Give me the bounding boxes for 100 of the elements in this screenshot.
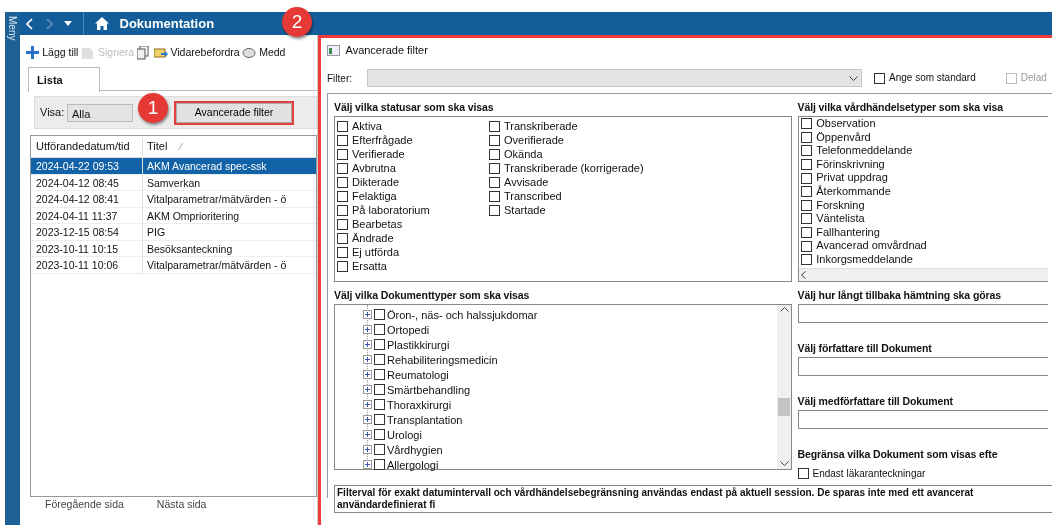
- checkbox[interactable]: [337, 120, 348, 132]
- checkbox[interactable]: [337, 232, 348, 244]
- checkbox[interactable]: [489, 120, 500, 132]
- table-row[interactable]: 2023-10-11 10:15 Besöksanteckning: [31, 240, 316, 257]
- home-icon[interactable]: [94, 17, 109, 30]
- checkbox[interactable]: [797, 468, 809, 479]
- checkbox[interactable]: [489, 204, 500, 216]
- expand-icon[interactable]: [363, 370, 372, 380]
- toolbar-button[interactable]: Lägg till: [25, 45, 79, 61]
- checkbox-label: Ange som standard: [889, 71, 976, 85]
- checkbox[interactable]: [374, 414, 385, 426]
- chevron-up-icon[interactable]: [779, 307, 789, 313]
- column-header[interactable]: Titel: [147, 138, 168, 155]
- checkbox-label: Transkriberade (korrigerade): [504, 161, 644, 175]
- tab[interactable]: Lista: [28, 67, 100, 92]
- input-field[interactable]: [797, 303, 1048, 323]
- checkbox[interactable]: [374, 354, 385, 366]
- checkbox[interactable]: [489, 190, 500, 202]
- checkbox[interactable]: [801, 240, 813, 252]
- pager-link[interactable]: Föregående sida: [45, 497, 124, 512]
- tree-item[interactable]: Rehabiliteringsmedicin: [387, 351, 498, 368]
- checkbox[interactable]: [337, 176, 348, 188]
- table-row[interactable]: 2024-04-12 08:41 Vitalparametrar/mätvärden - ö: [31, 191, 316, 208]
- tree-item[interactable]: Ortopedi: [387, 321, 430, 338]
- table-row[interactable]: 2023-12-15 08:54 PIG: [31, 224, 316, 241]
- checkbox[interactable]: [801, 131, 813, 143]
- chevron-down-icon[interactable]: [779, 460, 789, 466]
- input-field[interactable]: [797, 356, 1048, 376]
- checkbox[interactable]: [337, 148, 348, 160]
- checkbox[interactable]: [374, 309, 385, 321]
- checkbox[interactable]: [801, 172, 813, 184]
- checkbox[interactable]: [337, 134, 348, 146]
- input-field[interactable]: [797, 409, 1048, 429]
- checkbox[interactable]: [337, 162, 348, 174]
- checkbox[interactable]: [337, 204, 348, 216]
- checkbox[interactable]: [489, 148, 500, 160]
- pager-link[interactable]: Nästa sida: [156, 497, 207, 512]
- checkbox-label: Dikterade: [352, 175, 400, 189]
- checkbox[interactable]: [374, 459, 385, 471]
- filter-label: Visa:: [40, 105, 65, 121]
- checkbox[interactable]: [489, 176, 500, 188]
- advanced-filter-button[interactable]: Avancerade filter: [175, 102, 293, 123]
- tree-item[interactable]: Urologi: [387, 426, 422, 443]
- checkbox[interactable]: [801, 118, 813, 130]
- checkbox[interactable]: [801, 186, 813, 198]
- expand-icon[interactable]: [363, 400, 372, 410]
- column-header[interactable]: Utförandedatum/tid: [31, 138, 143, 155]
- tree-item[interactable]: Thoraxkirurgi: [387, 396, 452, 413]
- checkbox[interactable]: [801, 145, 813, 157]
- expand-icon[interactable]: [363, 355, 372, 365]
- table-row[interactable]: 2024-04-22 09:53 AKM Avancerad spec-ssk: [31, 158, 316, 175]
- expand-icon[interactable]: [363, 415, 372, 425]
- checkbox[interactable]: [374, 324, 385, 336]
- checkbox[interactable]: [374, 369, 385, 381]
- tree-item[interactable]: Reumatologi: [387, 366, 449, 383]
- side-menu-tab[interactable]: Meny: [5, 12, 20, 525]
- checkbox[interactable]: [801, 254, 813, 266]
- view-combo[interactable]: Alla: [67, 103, 133, 122]
- checkbox[interactable]: [801, 199, 813, 211]
- checkbox[interactable]: [337, 246, 348, 258]
- chevron-left-icon[interactable]: [801, 271, 807, 279]
- table-row[interactable]: 2024-04-11 11:37 AKM Omprioritering: [31, 207, 316, 224]
- checkbox[interactable]: [374, 444, 385, 456]
- toolbar-button[interactable]: Medd: [242, 45, 286, 61]
- checkbox[interactable]: [337, 260, 348, 272]
- caret-down-icon[interactable]: [63, 21, 72, 26]
- checkbox[interactable]: [801, 159, 813, 171]
- checkbox[interactable]: [337, 218, 348, 230]
- table-row[interactable]: 2023-10-11 10:06 Vitalparametrar/mätvärden - ö: [31, 257, 316, 274]
- toolbar-button[interactable]: Vidarebefordra: [153, 45, 240, 61]
- expand-icon[interactable]: [363, 460, 372, 470]
- table-row[interactable]: 2024-04-12 08:45 Samverkan: [31, 174, 316, 191]
- checkbox[interactable]: [374, 339, 385, 351]
- page-title: Dokumentation: [119, 14, 215, 33]
- expand-icon[interactable]: [363, 325, 372, 335]
- tree-item[interactable]: Smärtbehandling: [387, 381, 471, 398]
- tree-item[interactable]: Plastikkirurgi: [387, 336, 450, 353]
- checkbox[interactable]: [337, 190, 348, 202]
- back-icon[interactable]: [25, 17, 34, 30]
- expand-icon[interactable]: [363, 385, 372, 395]
- vertical-scrollbar[interactable]: [777, 304, 791, 469]
- tree-item[interactable]: Transplantation: [387, 411, 463, 428]
- tree-item[interactable]: Öron-, näs- och halssjukdomar: [387, 306, 538, 323]
- checkbox[interactable]: [801, 227, 813, 239]
- checkbox[interactable]: [489, 134, 500, 146]
- expand-icon[interactable]: [363, 340, 372, 350]
- checkbox[interactable]: [374, 399, 385, 411]
- checkbox[interactable]: [374, 429, 385, 441]
- horizontal-scrollbar[interactable]: [798, 268, 1048, 281]
- checkbox[interactable]: [874, 72, 885, 84]
- scrollbar-thumb[interactable]: [778, 397, 790, 416]
- checkbox[interactable]: [374, 384, 385, 396]
- tree-item[interactable]: Vårdhygien: [387, 441, 443, 458]
- expand-icon[interactable]: [363, 310, 372, 320]
- expand-icon[interactable]: [363, 445, 372, 455]
- tree-item[interactable]: Allergologi: [387, 456, 439, 473]
- checkbox[interactable]: [801, 213, 813, 225]
- expand-icon[interactable]: [363, 430, 372, 440]
- toolbar-icon-button[interactable]: [136, 46, 151, 60]
- checkbox[interactable]: [489, 162, 500, 174]
